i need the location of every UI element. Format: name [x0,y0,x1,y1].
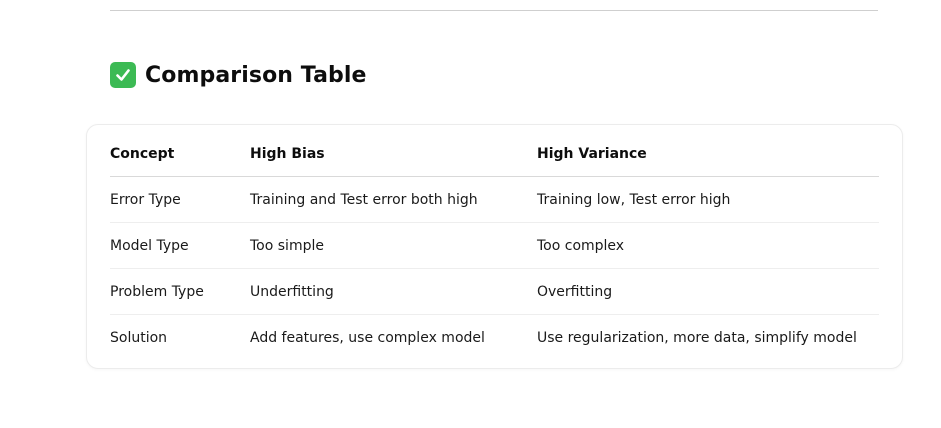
comparison-table-card: Concept High Bias High Variance Error Ty… [86,124,903,369]
cell-high-bias: Training and Test error both high [250,176,537,223]
section-divider [110,10,878,11]
section-heading: Comparison Table [110,58,367,92]
cell-concept: Solution [110,329,168,346]
cell-high-bias: Add features, use complex model [250,329,485,346]
check-mark-button-icon [110,62,136,88]
cell-high-bias: Underfitting [250,268,537,315]
column-header-high-variance: High Variance [537,131,879,177]
cell-high-variance: Training low, Test error high [537,176,879,223]
cell-high-variance: Overfitting [537,268,879,315]
table-row: Error Type Training and Test error both … [110,176,879,223]
cell-concept: Error Type [110,176,250,223]
column-header-concept: Concept [110,131,250,177]
cell-concept: Model Type [110,222,250,269]
comparison-table: Concept High Bias High Variance Error Ty… [110,131,879,360]
table-row: Model Type Too simple Too complex [110,222,879,269]
cell-high-variance: Too complex [537,222,879,269]
heading-text: Comparison Table [145,62,367,88]
table-row: Solution Add features, use complex model… [110,315,879,361]
table-header-row: Concept High Bias High Variance [110,131,879,177]
column-header-high-bias: High Bias [250,131,537,177]
cell-high-bias: Too simple [250,222,537,269]
cell-high-variance: Use regularization, more data, simplify … [537,329,857,346]
cell-concept: Problem Type [110,268,250,315]
table-row: Problem Type Underfitting Overfitting [110,268,879,315]
